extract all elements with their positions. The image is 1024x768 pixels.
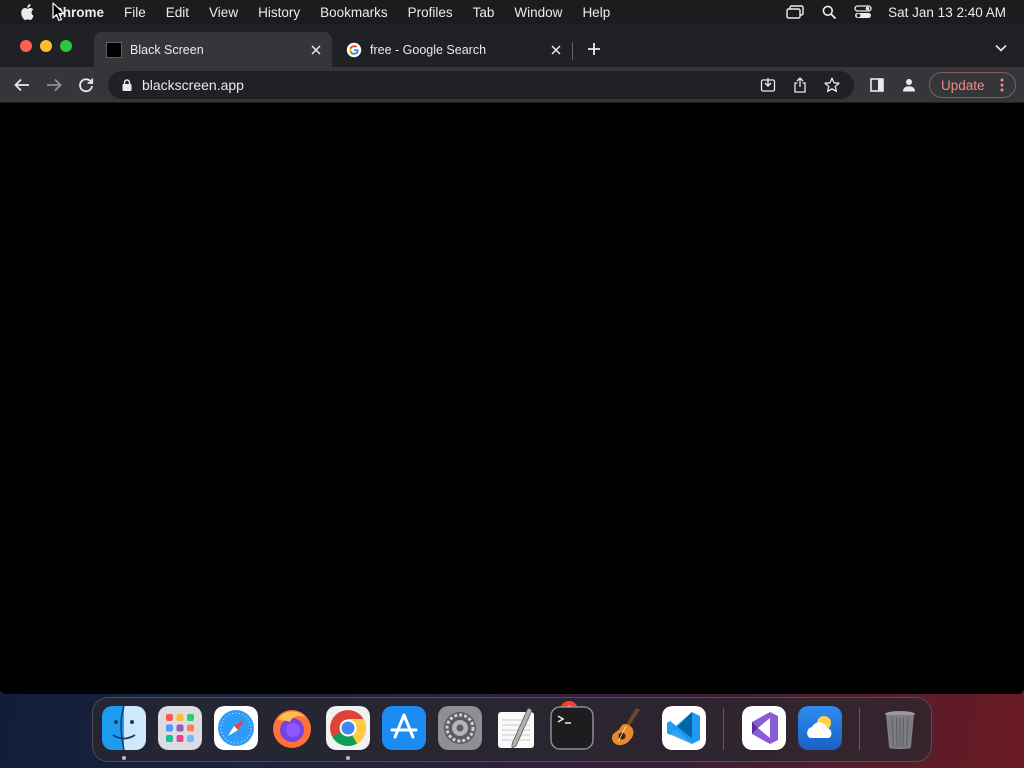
update-label: Update	[941, 77, 985, 93]
dock-weather-icon[interactable]	[798, 706, 842, 750]
dock-terminal-icon[interactable]	[550, 706, 594, 750]
menu-history[interactable]: History	[258, 5, 300, 20]
dock-google-chrome-icon[interactable]	[326, 706, 370, 750]
dock-textedit-icon[interactable]	[494, 706, 538, 750]
side-panel-icon[interactable]	[867, 75, 887, 95]
minimize-window-button[interactable]	[40, 40, 52, 52]
tab-strip: Black Screen free - Google Search	[0, 24, 1024, 67]
forward-button[interactable]	[44, 75, 64, 95]
menu-bar-status-area: Sat Jan 13 2:40 AM	[772, 0, 1006, 24]
tab-google-search[interactable]: free - Google Search	[334, 32, 572, 67]
menu-help[interactable]: Help	[582, 5, 610, 20]
close-tab-icon[interactable]	[307, 41, 325, 59]
dock-visual-studio-icon[interactable]	[742, 706, 786, 750]
menu-window[interactable]: Window	[514, 5, 562, 20]
address-bar[interactable]: blackscreen.app	[108, 71, 854, 99]
dock-system-settings-icon[interactable]	[438, 706, 482, 750]
control-center-icon[interactable]	[852, 3, 874, 21]
zoom-window-button[interactable]	[60, 40, 72, 52]
new-tab-button[interactable]	[584, 39, 604, 59]
menu-edit[interactable]: Edit	[166, 5, 189, 20]
menu-view[interactable]: View	[209, 5, 238, 20]
dock-trash-icon[interactable]	[878, 706, 922, 750]
menu-bar: Chrome File Edit View History Bookmarks …	[0, 0, 1024, 24]
back-button[interactable]	[12, 75, 32, 95]
tab-separator	[572, 42, 573, 60]
tab-search-chevron-icon[interactable]	[992, 39, 1010, 57]
update-chrome-button[interactable]: Update	[929, 72, 1016, 98]
dock-safari-icon[interactable]	[214, 706, 258, 750]
screen-mirroring-icon[interactable]	[784, 3, 806, 21]
black-square-icon	[106, 41, 122, 58]
menu-tab[interactable]: Tab	[473, 5, 495, 20]
dock-firefox-icon[interactable]	[270, 706, 314, 750]
bookmark-star-icon[interactable]	[822, 75, 842, 95]
dock-finder-icon[interactable]	[102, 706, 146, 750]
google-g-icon	[346, 42, 362, 58]
share-icon[interactable]	[790, 75, 810, 95]
window-controls	[20, 40, 80, 52]
tab-title: Black Screen	[130, 42, 204, 57]
close-tab-icon[interactable]	[547, 41, 565, 59]
more-menu-kebab-icon[interactable]	[997, 78, 1007, 92]
chrome-window: Black Screen free - Google Search blacks…	[0, 24, 1024, 694]
page-content-black-screen[interactable]	[0, 103, 1024, 694]
menu-bar-clock[interactable]: Sat Jan 13 2:40 AM	[888, 5, 1006, 20]
tab-black-screen[interactable]: Black Screen	[94, 32, 332, 67]
dock: 1	[92, 697, 932, 762]
url-text[interactable]: blackscreen.app	[142, 77, 758, 93]
lock-icon[interactable]	[120, 78, 134, 92]
dock-garageband-icon[interactable]	[606, 706, 650, 750]
dock-app-store-icon[interactable]	[382, 706, 426, 750]
menu-file[interactable]: File	[124, 5, 146, 20]
dock-divider	[859, 708, 860, 750]
close-window-button[interactable]	[20, 40, 32, 52]
finder-running-indicator	[122, 756, 126, 760]
apple-menu-icon[interactable]	[17, 2, 37, 22]
profile-avatar-icon[interactable]	[899, 75, 919, 95]
dock-launchpad-icon[interactable]	[158, 706, 202, 750]
browser-toolbar: blackscreen.app Update	[0, 67, 1024, 103]
menu-profiles[interactable]: Profiles	[408, 5, 453, 20]
chrome-running-indicator	[346, 756, 350, 760]
install-app-icon[interactable]	[758, 75, 778, 95]
spotlight-search-icon[interactable]	[818, 3, 840, 21]
menu-bookmarks[interactable]: Bookmarks	[320, 5, 388, 20]
tab-title: free - Google Search	[370, 42, 487, 57]
dock-visual-studio-code-icon[interactable]	[662, 706, 706, 750]
dock-divider	[723, 708, 724, 750]
mouse-pointer-icon	[52, 2, 66, 22]
reload-button[interactable]	[76, 75, 96, 95]
